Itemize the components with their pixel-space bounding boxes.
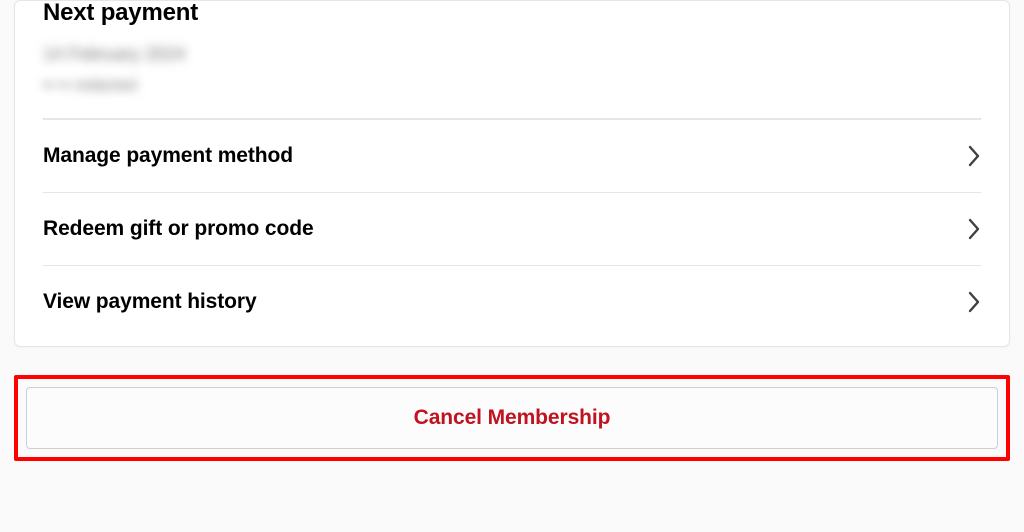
next-payment-heading: Next payment <box>43 0 981 27</box>
membership-settings-screen: Next payment 14 February 2024 •• •• reda… <box>0 0 1024 532</box>
payment-method-redacted: •• •• redacted <box>43 71 981 101</box>
cancel-membership-button[interactable]: Cancel Membership <box>26 387 998 449</box>
payment-card: Next payment 14 February 2024 •• •• reda… <box>14 0 1010 347</box>
chevron-right-icon <box>967 291 981 313</box>
chevron-right-icon <box>967 145 981 167</box>
redeem-gift-promo-row[interactable]: Redeem gift or promo code <box>43 192 981 265</box>
manage-payment-method-label: Manage payment method <box>43 144 293 168</box>
redeem-gift-promo-label: Redeem gift or promo code <box>43 217 314 241</box>
cancel-membership-highlight: Cancel Membership <box>14 375 1010 461</box>
view-payment-history-label: View payment history <box>43 290 257 314</box>
view-payment-history-row[interactable]: View payment history <box>43 265 981 338</box>
chevron-right-icon <box>967 218 981 240</box>
manage-payment-method-row[interactable]: Manage payment method <box>43 119 981 192</box>
next-payment-date-redacted: 14 February 2024 <box>43 37 981 71</box>
